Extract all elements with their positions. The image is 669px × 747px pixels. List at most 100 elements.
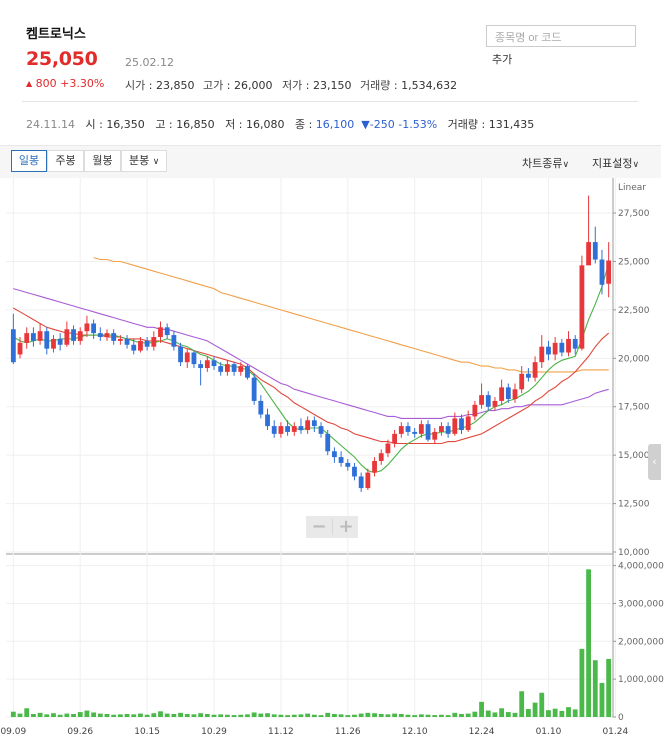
stock-chart[interactable]: 09.09 09.26 10.15 10.29 11.12 11.26 12.10 12.24… [0, 178, 669, 747]
candle-body [525, 373, 531, 378]
candle-body [492, 400, 498, 407]
volume-bar [559, 710, 565, 717]
volume-bar [405, 714, 411, 717]
candle-body [599, 259, 605, 285]
volume-bar [17, 713, 23, 717]
candle-body [358, 476, 364, 489]
volume-bar [439, 714, 444, 717]
candle-body [452, 418, 458, 434]
volume-bar [278, 714, 284, 717]
candle-body [77, 331, 83, 341]
candle-body [572, 338, 578, 349]
volume-bar [218, 714, 224, 717]
candle-body [445, 426, 451, 434]
tab-daily[interactable]: 일봉 [11, 150, 47, 172]
volume-bar [566, 707, 571, 717]
candle-body [211, 360, 217, 367]
volume-bar [459, 713, 464, 717]
volume-bar [64, 713, 70, 717]
candle-body [151, 337, 157, 347]
zoom-in-button[interactable]: + [333, 516, 359, 538]
panel-toggle-handle[interactable]: ‹ [648, 444, 661, 480]
candle-body [117, 338, 123, 341]
volume-bar [298, 714, 304, 717]
volume-bar [111, 714, 117, 717]
candle-body [291, 426, 297, 432]
candle-body [519, 373, 525, 390]
volume-bar [71, 713, 76, 717]
candle-body [606, 260, 612, 284]
volume-bar [164, 713, 170, 717]
volume-bar [378, 713, 384, 717]
candle-body [499, 387, 505, 401]
stock-search-input[interactable]: 종목명 or 코드 [486, 25, 636, 47]
volume-bar [539, 692, 545, 717]
volume-bar [499, 708, 505, 717]
candle-body [398, 426, 404, 434]
candle-body [17, 342, 23, 355]
volume-bar [512, 712, 518, 717]
volume-bar [44, 714, 50, 717]
candle-body [37, 331, 43, 341]
volume-bar [519, 691, 525, 717]
candle-body [318, 426, 324, 434]
chart-type-dropdown[interactable]: 차트종류∨ [522, 155, 569, 171]
volume-bar [171, 713, 177, 717]
volume-bar [392, 713, 398, 717]
volume-bar [258, 713, 264, 717]
quote-date: 25.02.12 [125, 56, 174, 69]
indicator-settings-dropdown[interactable]: 지표설정∨ [592, 155, 639, 171]
volume-bar [606, 658, 612, 717]
candle-body [231, 364, 237, 372]
x-tick-label: 09.09 [0, 727, 26, 737]
volume-bar [311, 714, 317, 717]
candle-body [586, 242, 591, 266]
volume-bar [345, 715, 351, 717]
volume-bar [245, 714, 250, 717]
zoom-out-button[interactable]: − [306, 516, 332, 538]
tab-weekly[interactable]: 주봉 [47, 150, 84, 172]
candle-body [592, 242, 598, 260]
volume-bar [546, 710, 551, 717]
x-tick-label: 11.12 [268, 727, 294, 737]
candle-body [198, 364, 204, 368]
candle-body [372, 460, 377, 473]
candle-body [512, 389, 518, 399]
volume-bar [24, 708, 30, 717]
candle-body [57, 338, 63, 345]
candle-body [164, 327, 170, 336]
candle-body [271, 426, 277, 434]
candle-body [425, 424, 431, 440]
stat-open: 시가 : 23,850 [125, 79, 195, 92]
volume-bar [204, 713, 210, 717]
x-tick-label: 01.10 [536, 727, 562, 737]
volume-bar [131, 714, 137, 717]
candle-body [539, 346, 545, 363]
stock-name: 켐트로닉스 [26, 27, 86, 42]
candle-body [432, 431, 438, 440]
volume-bar [425, 714, 431, 717]
tab-monthly[interactable]: 월봉 [84, 150, 121, 172]
volume-tick-label: 2,000,000 [618, 637, 664, 647]
candle-body [325, 433, 331, 452]
candle-body [111, 333, 117, 341]
volume-bar [57, 714, 63, 717]
volume-bar [398, 713, 404, 717]
volume-bar [332, 713, 337, 717]
add-button[interactable]: 추가 [492, 51, 512, 67]
tab-minute[interactable]: 분봉 ∨ [121, 150, 167, 172]
change-pct: +3.30% [60, 77, 105, 90]
candle-body [439, 426, 444, 432]
selected-day-info: 24.11.14 시 : 16,350 고 : 16,850 저 : 16,08… [26, 118, 535, 131]
volume-bar [285, 715, 290, 717]
candle-body [204, 360, 210, 368]
candle-body [472, 404, 478, 417]
volume-bar [158, 711, 163, 717]
volume-bar [77, 712, 83, 717]
candle-body [265, 414, 270, 427]
candle-body [245, 366, 250, 378]
stat-low: 저가 : 23,150 [282, 79, 352, 92]
zoom-control: − + [306, 516, 358, 538]
candle-body [84, 323, 90, 332]
candle-body [44, 331, 50, 349]
